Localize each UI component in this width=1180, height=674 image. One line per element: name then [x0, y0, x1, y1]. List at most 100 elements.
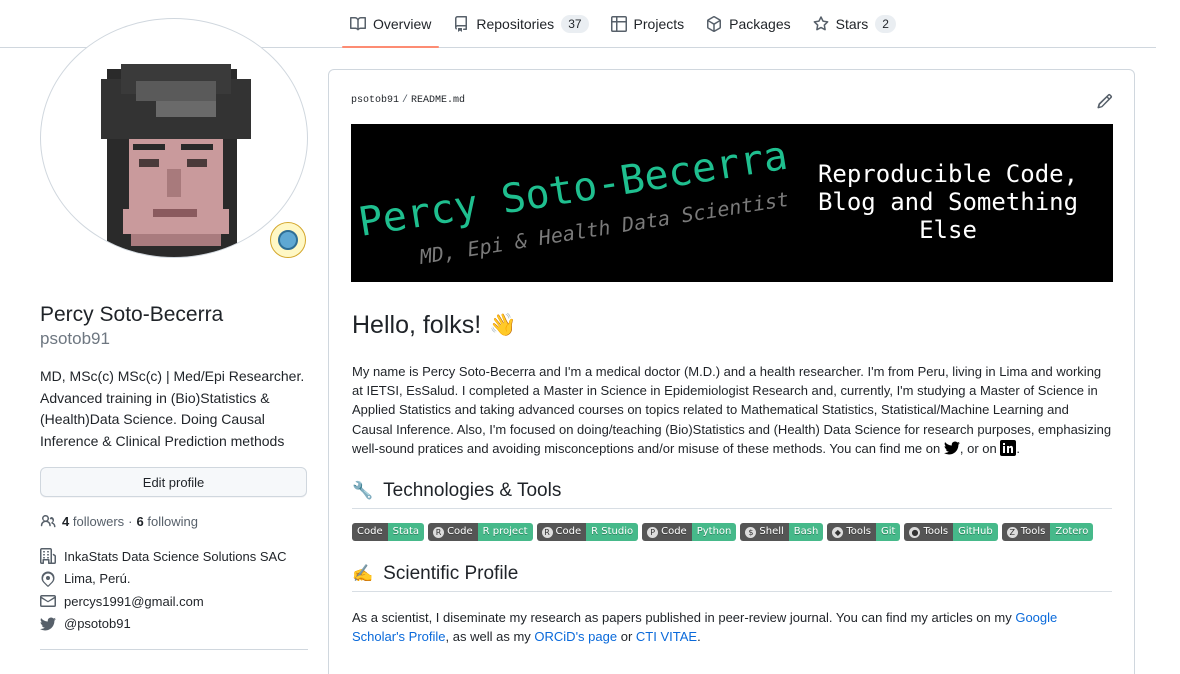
sci-text-4: .	[697, 629, 701, 645]
twitter-icon[interactable]	[943, 440, 960, 456]
badge-git[interactable]: ◆ Tools Git	[827, 523, 901, 542]
followers-label: followers	[72, 513, 125, 529]
badge-zotero[interactable]: Z Tools Zotero	[1001, 523, 1094, 542]
bash-logo-icon: $	[745, 526, 757, 538]
tab-stars[interactable]: Stars 2	[805, 0, 904, 47]
readme-owner-link[interactable]: psotob91	[351, 95, 399, 106]
badge-python[interactable]: P Code Python	[642, 523, 737, 542]
edit-profile-button[interactable]: Edit profile	[40, 467, 307, 497]
table-icon	[610, 15, 627, 32]
avatar-container	[40, 18, 308, 258]
tab-packages[interactable]: Packages	[698, 0, 798, 47]
followers-count: 4	[62, 513, 70, 529]
waving-hand-icon: 👋	[489, 312, 517, 337]
following-link[interactable]: 6 following	[137, 514, 198, 529]
tab-overview-label: Overview	[373, 15, 432, 32]
tools-heading: 🔧 Technologies & Tools	[352, 478, 1112, 510]
github-logo-icon: ●	[909, 526, 921, 538]
repo-icon	[455, 15, 468, 32]
badge-r-studio[interactable]: R Code R Studio	[536, 523, 639, 542]
badge-value: Python	[691, 523, 737, 542]
badge-label: Code	[357, 526, 383, 538]
cti-vitae-link[interactable]: CTI VITAE	[636, 629, 697, 644]
readme-box: psotob91/README.md Percy Soto-Becerra MD…	[328, 69, 1135, 674]
intro-text: My name is Percy Soto-Becerra and I'm a …	[352, 364, 1112, 456]
readme-heading: Hello, folks! 👋	[352, 306, 1112, 344]
avatar-pixel-portrait	[101, 64, 251, 257]
email-link[interactable]: percys1991@gmail.com	[64, 594, 204, 609]
tab-overview[interactable]: Overview	[342, 0, 440, 48]
avatar[interactable]	[40, 18, 308, 258]
following-label: following	[147, 513, 198, 529]
readme-banner-image: Percy Soto-Becerra MD, Epi & Health Data…	[351, 124, 1113, 282]
readme-breadcrumb: psotob91/README.md	[351, 95, 465, 106]
orcid-link[interactable]: ORCiD's page	[534, 629, 617, 644]
banner-graphic: Percy Soto-Becerra MD, Epi & Health Data…	[351, 124, 1113, 282]
badge-label: Code	[661, 526, 687, 538]
mail-icon	[40, 595, 56, 608]
python-logo-icon: P	[647, 526, 659, 538]
tools-heading-text: Technologies & Tools	[383, 480, 562, 502]
profile-fullname: Percy Soto-Becerra	[40, 303, 224, 326]
follow-separator: ·	[128, 513, 133, 529]
scientific-heading-text: Scientific Profile	[383, 563, 519, 585]
banner-tagline-3: Else	[919, 216, 977, 244]
readme-filename[interactable]: README.md	[411, 95, 465, 106]
tab-repositories-label: Repositories	[476, 15, 555, 32]
profile-company: InkaStats Data Science Solutions SAC	[40, 545, 308, 568]
people-icon	[40, 515, 56, 528]
banner-tagline-2: Blog and Something	[818, 188, 1078, 216]
intro-mid-text: , or on	[959, 440, 997, 456]
rstudio-logo-icon: R	[541, 526, 553, 538]
badge-label: Tools	[1020, 526, 1046, 538]
badge-value: Bash	[788, 523, 824, 542]
sci-text-3: or	[620, 629, 633, 645]
profile-email[interactable]: percys1991@gmail.com	[40, 590, 308, 613]
tools-badges: Code Stata R Code R project R Code R Studio P…	[352, 523, 1112, 542]
sidebar-divider	[40, 649, 308, 650]
scientific-paragraph: As a scientist, I diseminate my research…	[352, 608, 1112, 646]
badge-label: Code	[555, 526, 582, 538]
pencil-icon	[1097, 93, 1113, 109]
location-text: Lima, Perú.	[64, 571, 131, 587]
tab-projects[interactable]: Projects	[603, 0, 693, 47]
badge-label: Tools	[846, 526, 871, 538]
readme-content: Hello, folks! 👋 My name is Percy Soto-Be…	[352, 306, 1112, 646]
company-text: InkaStats Data Science Solutions SAC	[64, 548, 287, 564]
sci-text-2: , as well as my	[445, 629, 531, 645]
badge-label: Code	[447, 526, 473, 538]
tab-packages-label: Packages	[729, 15, 791, 32]
badge-value: Zotero	[1050, 523, 1094, 542]
organization-icon	[40, 548, 56, 565]
twitter-link[interactable]: @psotob91	[64, 616, 131, 631]
tab-projects-label: Projects	[633, 15, 685, 32]
r-logo-icon: R	[433, 526, 445, 538]
following-count: 6	[136, 513, 144, 529]
tab-list: Overview Repositories 37 Projects Packag…	[342, 0, 910, 48]
badge-github[interactable]: ● Tools GitHub	[904, 523, 998, 542]
repositories-count-badge: 37	[561, 14, 589, 33]
linkedin-icon[interactable]	[1000, 439, 1017, 456]
badge-bash[interactable]: $ Shell Bash	[740, 523, 824, 542]
stars-count-badge: 2	[875, 14, 896, 33]
badge-label: Tools	[923, 526, 949, 538]
badge-r-project[interactable]: R Code R project	[428, 523, 533, 542]
zotero-logo-icon: Z	[1006, 526, 1018, 538]
profile-twitter[interactable]: @psotob91	[40, 613, 308, 636]
badge-value: GitHub	[953, 523, 998, 542]
badge-value: Stata	[387, 523, 425, 542]
followers-link[interactable]: 4 followers	[62, 514, 124, 529]
sci-text-1: As a scientist, I diseminate my research…	[352, 610, 1012, 626]
profile-details: InkaStats Data Science Solutions SAC Lim…	[40, 545, 308, 635]
tab-repositories[interactable]: Repositories 37	[445, 0, 596, 47]
writing-hand-icon: ✍️	[352, 564, 374, 584]
globe-icon	[278, 230, 298, 250]
status-emoji-button[interactable]	[270, 222, 306, 258]
profile-bio: MD, MSc(c) MSc(c) | Med/Epi Researcher. …	[40, 368, 305, 449]
edit-readme-button[interactable]	[1097, 93, 1113, 109]
profile-username: psotob91	[40, 329, 110, 348]
badge-stata[interactable]: Code Stata	[352, 523, 425, 542]
wrench-icon: 🔧	[352, 481, 374, 501]
badge-value: R Studio	[586, 523, 639, 542]
banner-tagline-1: Reproducible Code,	[818, 160, 1078, 188]
